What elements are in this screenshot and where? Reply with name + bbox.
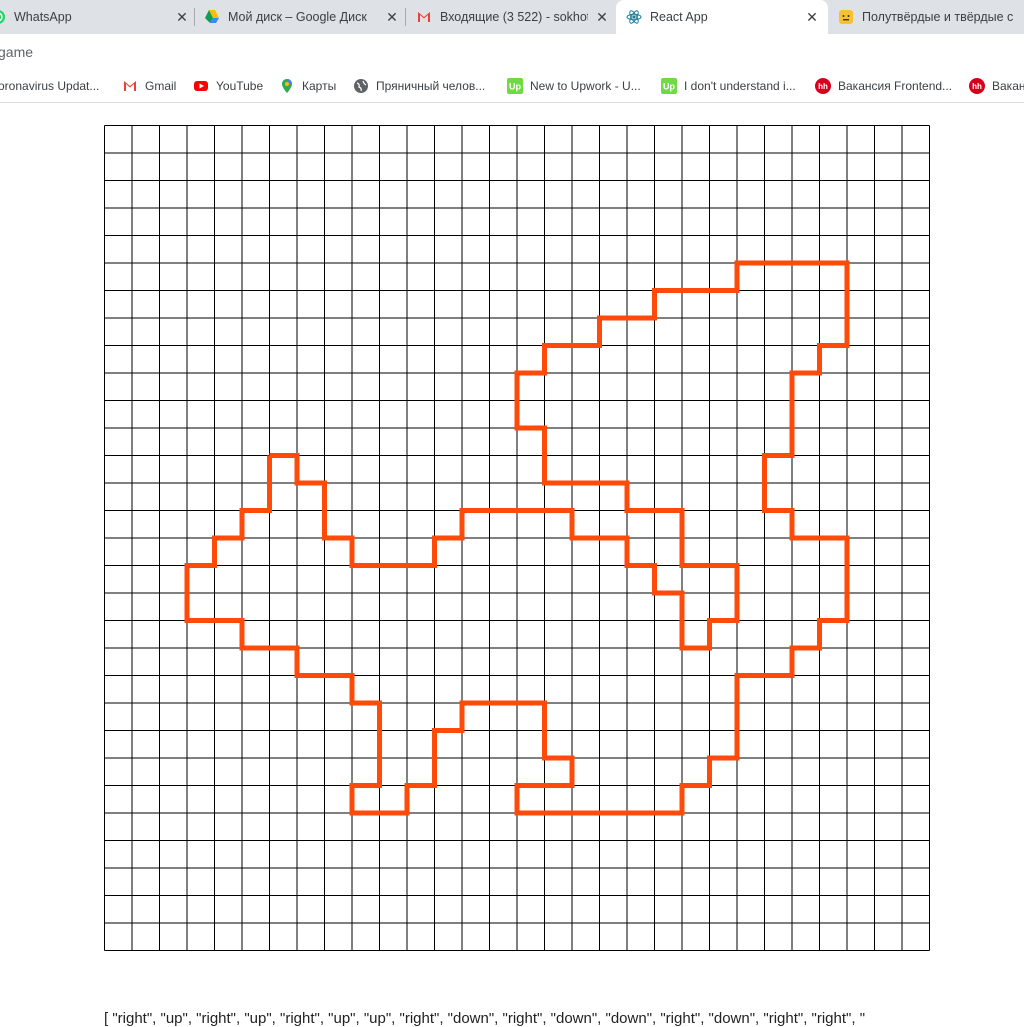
upwork-icon: Up xyxy=(661,78,677,94)
address-text[interactable]: game xyxy=(0,44,33,60)
emoji-icon xyxy=(838,9,854,25)
tab-strip: WhatsApp ✕ Мой диск – Google Диск ✕ Вход… xyxy=(0,0,1024,34)
react-icon xyxy=(626,9,642,25)
bookmark-pryanichny[interactable]: Пряничный челов... xyxy=(353,76,485,96)
bookmarks-bar: oronavirus Updat... Gmail YouTube Карты … xyxy=(0,70,1024,103)
hh-icon: hh xyxy=(815,78,831,94)
address-bar[interactable]: game xyxy=(0,34,1024,70)
bookmark-label: oronavirus Updat... xyxy=(0,79,100,93)
bookmark-hh-vacancy[interactable]: hh Вакан xyxy=(969,76,1024,96)
bookmark-upwork-new[interactable]: Up New to Upwork - U... xyxy=(507,76,641,96)
tab-react-app[interactable]: React App ✕ xyxy=(616,0,828,34)
svg-text:hh: hh xyxy=(972,82,982,91)
bookmark-label: New to Upwork - U... xyxy=(530,79,641,93)
close-icon[interactable]: ✕ xyxy=(174,9,190,25)
tab-title: WhatsApp xyxy=(14,10,72,24)
bookmark-label: Вакан xyxy=(992,79,1024,93)
bookmark-upwork-understand[interactable]: Up I don't understand i... xyxy=(661,76,796,96)
bookmark-label: Вакансия Frontend... xyxy=(838,79,953,93)
tab-separator xyxy=(405,8,406,26)
upwork-icon: Up xyxy=(507,78,523,94)
close-icon[interactable]: ✕ xyxy=(804,9,820,25)
tab-title: React App xyxy=(650,10,708,24)
gmail-icon xyxy=(122,78,138,94)
bookmark-youtube[interactable]: YouTube xyxy=(193,76,263,96)
game-grid-board[interactable] xyxy=(104,125,930,951)
tab-title: Полутвёрдые и твёрдые с xyxy=(862,10,1014,24)
moves-output: [ "right", "up", "right", "up", "right",… xyxy=(104,1010,866,1027)
bookmark-coronavirus[interactable]: oronavirus Updat... xyxy=(0,76,99,96)
bookmark-label: Gmail xyxy=(145,79,177,93)
tab-gmail[interactable]: Входящие (3 522) - sokhot ✕ xyxy=(416,0,610,34)
youtube-icon xyxy=(193,78,209,94)
tab-title: Мой диск – Google Диск xyxy=(228,10,367,24)
bookmark-label: Пряничный челов... xyxy=(376,79,486,93)
globe-icon xyxy=(353,78,369,94)
bookmark-label: YouTube xyxy=(216,79,264,93)
svg-text:hh: hh xyxy=(818,82,828,91)
tab-title: Входящие (3 522) - sokhot xyxy=(440,10,588,24)
bookmark-gmail[interactable]: Gmail xyxy=(122,76,176,96)
close-icon[interactable]: ✕ xyxy=(384,9,400,25)
bookmark-maps[interactable]: Карты xyxy=(279,76,336,96)
hh-icon: hh xyxy=(969,78,985,94)
maps-pin-icon xyxy=(279,78,295,94)
bookmark-label: I don't understand i... xyxy=(684,79,796,93)
tab-google-drive[interactable]: Мой диск – Google Диск ✕ xyxy=(204,0,400,34)
tab-polutverdye[interactable]: Полутвёрдые и твёрдые с xyxy=(838,0,1024,34)
svg-text:Up: Up xyxy=(509,82,521,92)
close-icon[interactable]: ✕ xyxy=(594,9,610,25)
tab-separator xyxy=(194,8,195,26)
tab-whatsapp[interactable]: WhatsApp ✕ xyxy=(0,0,190,34)
svg-text:Up: Up xyxy=(663,82,675,92)
gmail-icon xyxy=(416,9,432,25)
bookmark-hh-frontend[interactable]: hh Вакансия Frontend... xyxy=(815,76,952,96)
whatsapp-icon xyxy=(0,9,6,25)
google-drive-icon xyxy=(204,9,220,25)
bookmark-label: Карты xyxy=(302,79,337,93)
